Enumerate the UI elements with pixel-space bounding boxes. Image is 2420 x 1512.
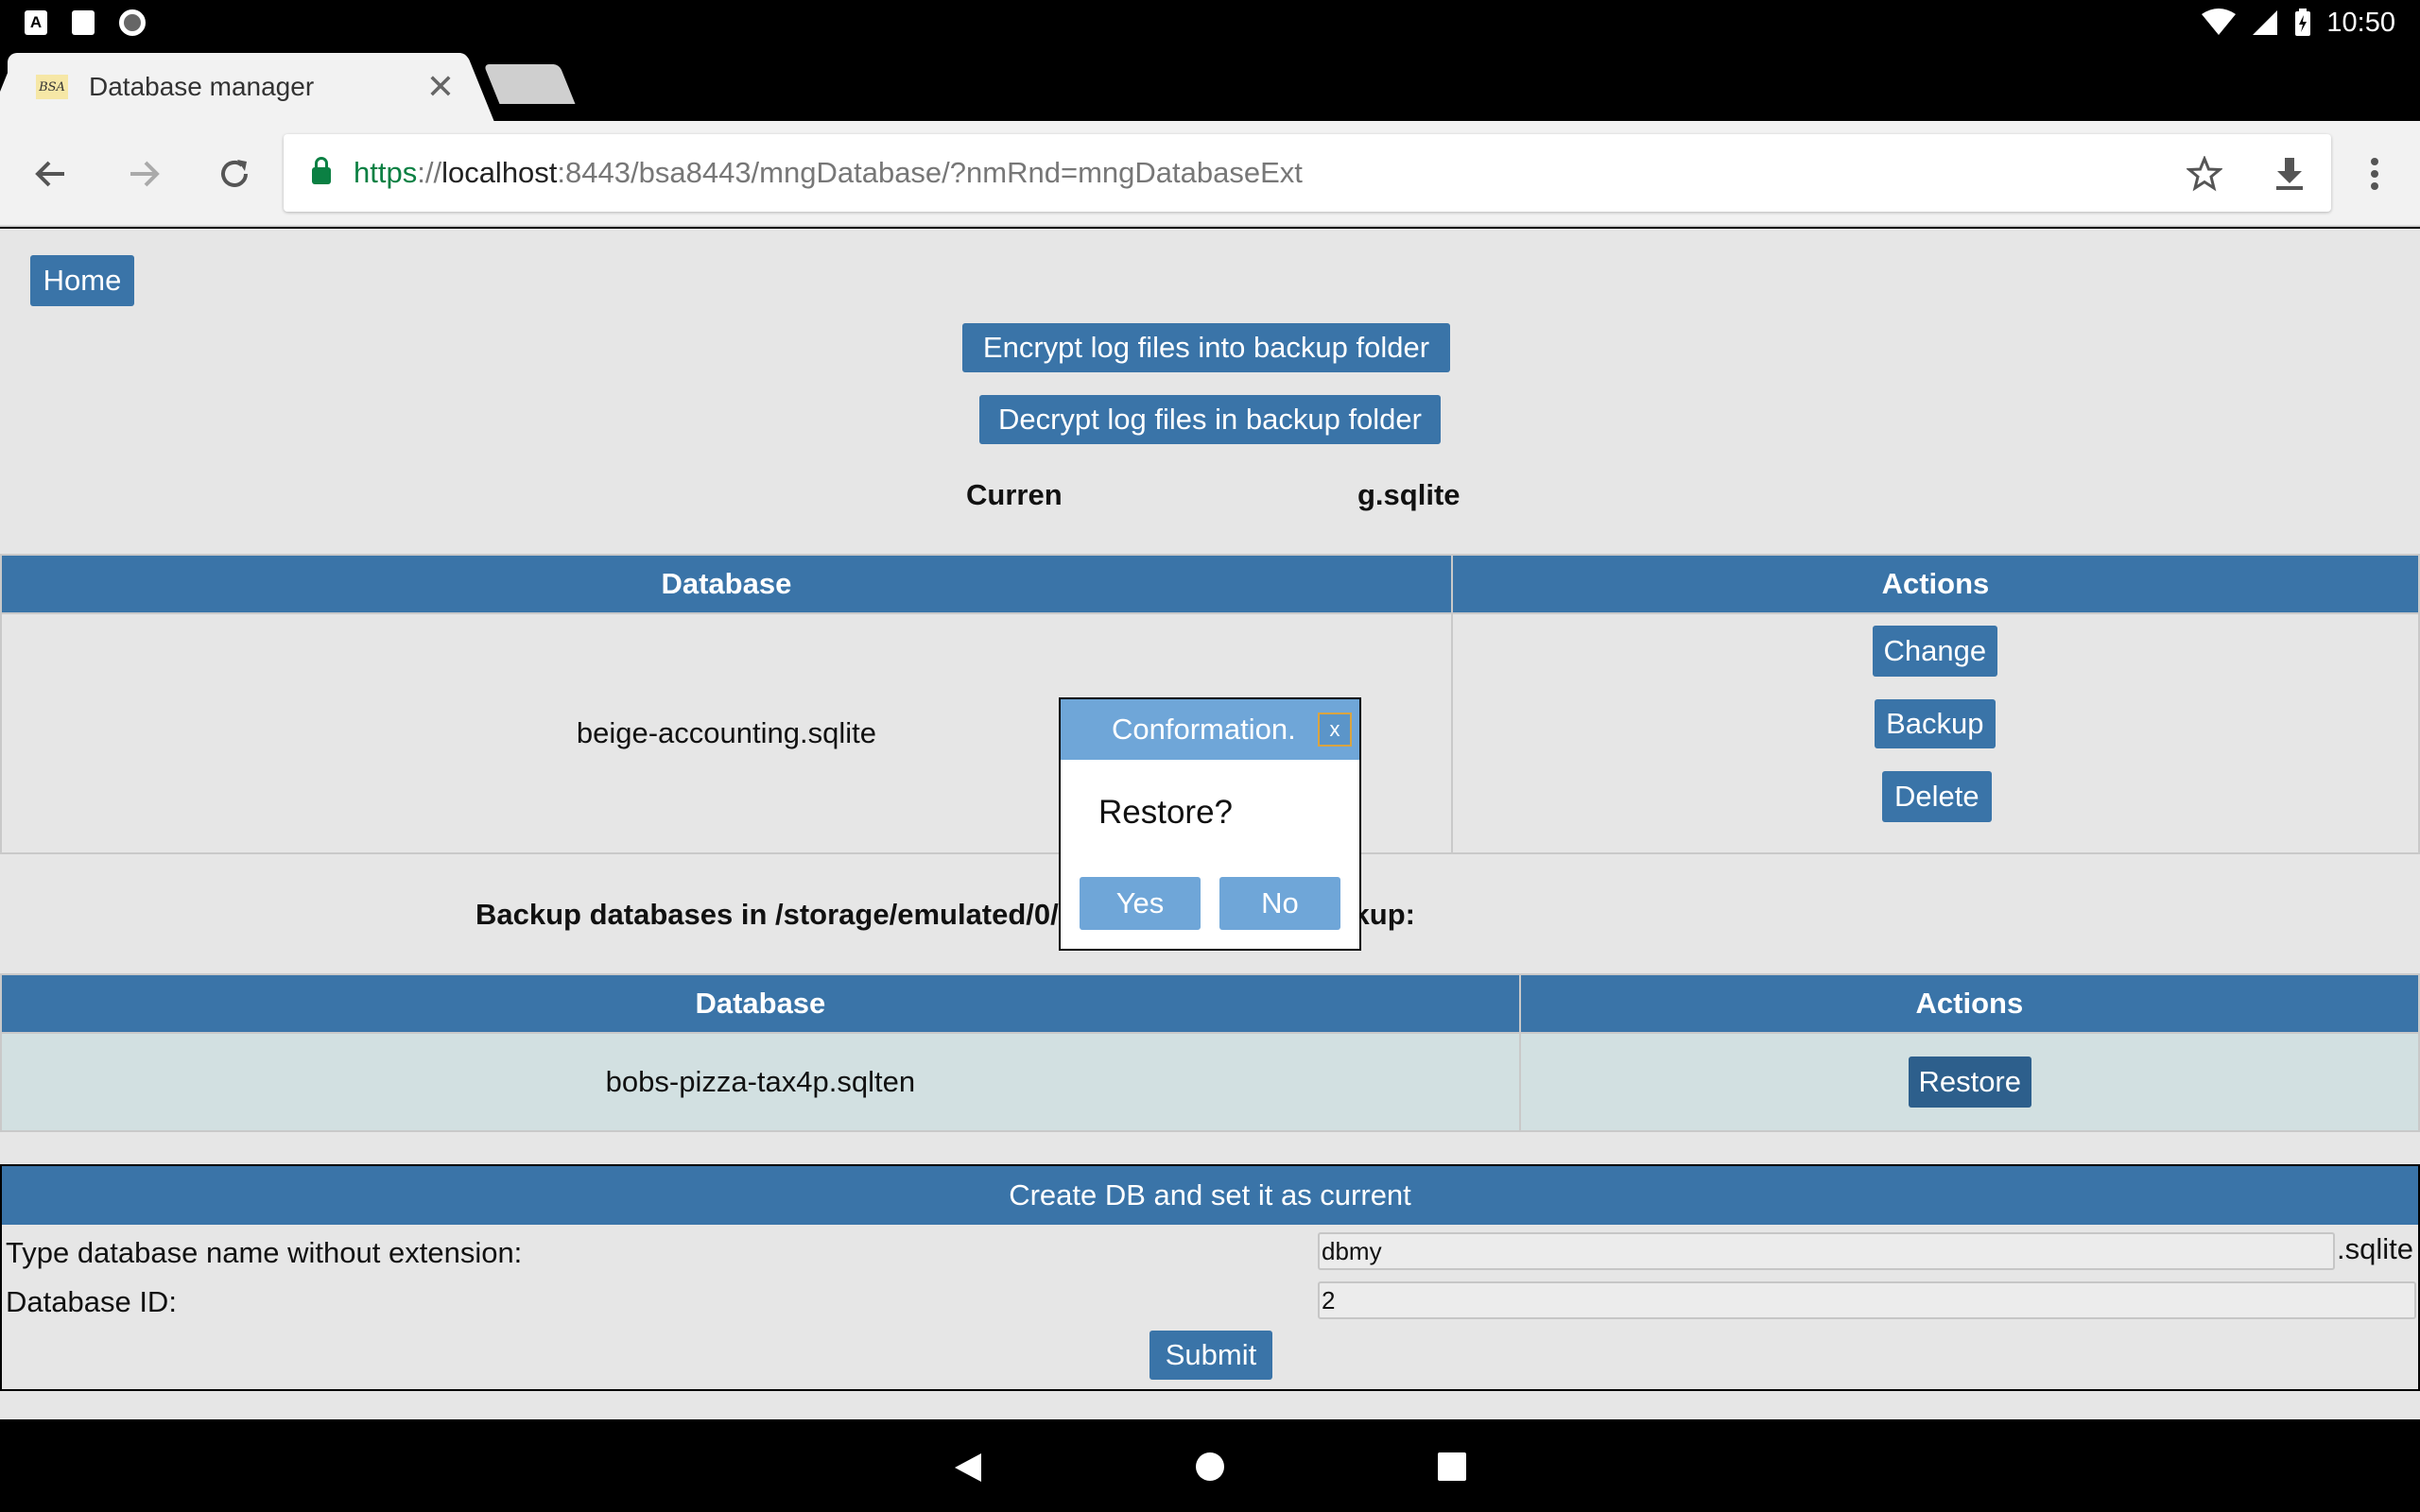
recents-square-icon[interactable]	[1437, 1452, 1467, 1482]
table-row: bobs-pizza-tax4p.sqlten Restore	[0, 1032, 2420, 1132]
backup-button[interactable]: Backup	[1874, 699, 1996, 748]
back-triangle-icon[interactable]	[953, 1452, 983, 1484]
wifi-icon	[2202, 9, 2237, 35]
db-name-label: Type database name without extension:	[6, 1236, 523, 1269]
sd-card-icon	[72, 10, 95, 35]
page-content: Home Encrypt log files into backup folde…	[0, 229, 2420, 1419]
download-icon[interactable]	[2263, 147, 2316, 200]
column-header-actions: Actions	[1450, 554, 2420, 614]
url-text: https://localhost:8443/bsa8443/mngDataba…	[354, 156, 1303, 189]
column-header-database: Database	[0, 554, 1453, 614]
tab-close-icon[interactable]: ✕	[422, 67, 459, 107]
more-menu-icon[interactable]	[2348, 147, 2401, 200]
favicon-icon: BSA	[36, 75, 68, 99]
address-bar[interactable]: https://localhost:8443/bsa8443/mngDataba…	[284, 134, 2331, 212]
notification-a-icon: A	[25, 10, 47, 35]
browser-toolbar: https://localhost:8443/bsa8443/mngDataba…	[0, 121, 2420, 227]
current-db-label-start: Curren	[966, 478, 1063, 511]
tab-strip: BSA Database manager ✕	[0, 45, 2420, 121]
form-title: Create DB and set it as current	[2, 1166, 2418, 1225]
home-button[interactable]: Home	[30, 255, 134, 306]
yes-button[interactable]: Yes	[1080, 877, 1201, 930]
backup-db-table: Database Actions bobs-pizza-tax4p.sqlten…	[0, 973, 2420, 1132]
current-db-label-end: g.sqlite	[1357, 478, 1461, 511]
db-id-label: Database ID:	[6, 1285, 177, 1318]
lock-icon	[312, 157, 331, 184]
column-header-database: Database	[0, 973, 1521, 1034]
no-button[interactable]: No	[1219, 877, 1340, 930]
system-nav-bar	[0, 1419, 2420, 1512]
forward-arrow-icon[interactable]	[117, 147, 170, 200]
db-id-input[interactable]: 2	[1318, 1281, 2416, 1319]
tab-title: Database manager	[89, 72, 315, 101]
dialog-title: Conformation.	[1112, 713, 1296, 746]
backup-db-actions: Restore	[1518, 1032, 2420, 1132]
dialog-message: Restore?	[1098, 794, 1234, 831]
decrypt-logs-button[interactable]: Decrypt log files in backup folder	[979, 395, 1441, 444]
browser-tab[interactable]: BSA Database manager ✕	[8, 53, 469, 121]
delete-button[interactable]: Delete	[1881, 771, 1992, 822]
signal-icon	[2253, 10, 2278, 35]
db-name-input[interactable]: dbmy	[1318, 1232, 2335, 1270]
clock: 10:50	[2326, 7, 2395, 38]
star-bookmark-icon[interactable]	[2178, 147, 2231, 200]
create-db-form: Create DB and set it as current Type dat…	[0, 1164, 2420, 1391]
backup-db-name: bobs-pizza-tax4p.sqlten	[0, 1032, 1521, 1132]
db-extension-label: .sqlite	[2337, 1232, 2413, 1265]
encrypt-logs-button[interactable]: Encrypt log files into backup folder	[962, 323, 1450, 372]
dialog-close-button[interactable]: x	[1318, 713, 1352, 747]
current-db-actions: Change Backup Delete	[1450, 612, 2420, 854]
back-arrow-icon[interactable]	[25, 147, 78, 200]
submit-button[interactable]: Submit	[1150, 1331, 1272, 1380]
new-tab-button[interactable]	[483, 64, 576, 104]
column-header-actions: Actions	[1518, 973, 2420, 1034]
battery-icon	[2295, 9, 2311, 36]
home-circle-icon[interactable]	[1195, 1452, 1225, 1482]
confirmation-dialog: Conformation. x Restore? Yes No	[1059, 697, 1361, 951]
record-icon	[119, 9, 146, 36]
dialog-header: Conformation. x	[1061, 699, 1359, 760]
reload-icon[interactable]	[208, 147, 261, 200]
restore-button[interactable]: Restore	[1908, 1057, 2031, 1108]
status-bar: A 10:50	[0, 0, 2420, 45]
change-button[interactable]: Change	[1872, 626, 1997, 677]
